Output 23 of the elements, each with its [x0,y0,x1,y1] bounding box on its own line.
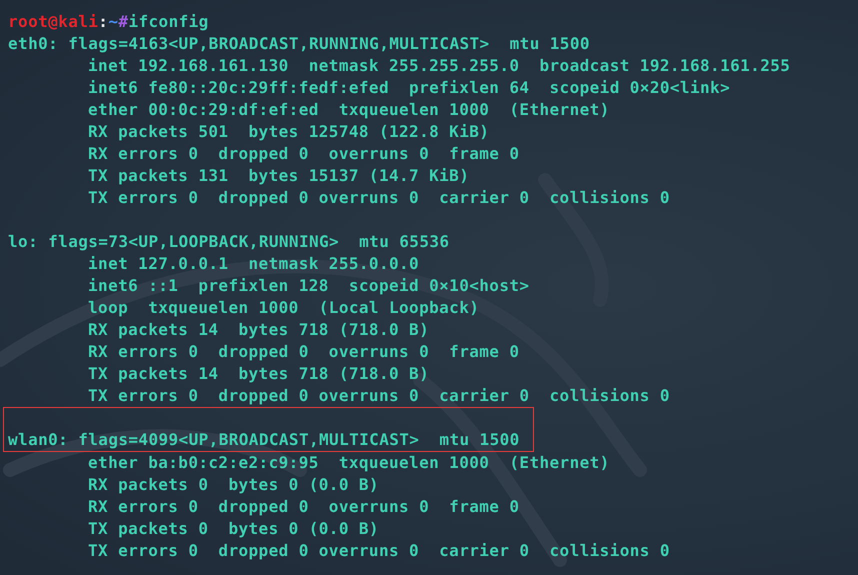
interface-detail-line: inet 127.0.0.1 netmask 255.0.0.0 [87,253,420,275]
interface-detail-line: TX packets 14 bytes 718 (718.0 B) [87,363,430,385]
interface-detail-line: RX packets 501 bytes 125748 (122.8 KiB) [87,121,490,143]
interface-detail-line: TX errors 0 dropped 0 overruns 0 carrier 0 collisions 0 [87,540,671,562]
highlighted-interface-header: wlan0: flags=4099<UP,BROADCAST,MULTICAST> mtu 1500 [3,407,534,452]
interface-detail-line: RX packets 14 bytes 718 (718.0 B) [87,319,430,341]
interface-detail-line: inet6 fe80::20c:29ff:fedf:efed prefixlen 64 scopeid 0×20<link> [87,77,732,99]
interface-detail-line: RX errors 0 dropped 0 overruns 0 frame 0 [87,143,520,165]
interface-detail-line: TX packets 131 bytes 15137 (14.7 KiB) [87,165,470,187]
interface-detail-line: RX errors 0 dropped 0 overruns 0 frame 0 [87,496,520,518]
interface-detail-line: RX packets 0 bytes 0 (0.0 B) [87,474,380,496]
interface-detail-line: ether ba:b0:c2:e2:c9:95 txqueuelen 1000 (Ethernet) [87,452,611,474]
interface-detail-line: TX errors 0 dropped 0 overruns 0 carrier 0 collisions 0 [87,385,671,407]
interface-header: eth0: flags=4163<UP,BROADCAST,RUNNING,MULTICAST> mtu 1500 [8,33,591,55]
interface-detail-line: TX errors 0 dropped 0 overruns 0 carrier 0 collisions 0 [87,187,671,209]
interface-detail-line: TX packets 0 bytes 0 (0.0 B) [87,518,380,540]
command-line: root@kali:~#ifconfig [8,11,210,33]
interface-detail-line: RX errors 0 dropped 0 overruns 0 frame 0 [87,341,520,363]
interface-header: lo: flags=73<UP,LOOPBACK,RUNNING> mtu 65536 [8,231,450,253]
interface-detail-line: loop txqueuelen 1000 (Local Loopback) [87,297,480,319]
interface-detail-line: inet 192.168.161.130 netmask 255.255.255.0 broadcast 192.168.161.255 [87,55,792,77]
interface-detail-line: inet6 ::1 prefixlen 128 scopeid 0×10<host> [87,275,530,297]
interface-detail-line: ether 00:0c:29:df:ef:ed txqueuelen 1000 (Ethernet) [87,99,611,121]
